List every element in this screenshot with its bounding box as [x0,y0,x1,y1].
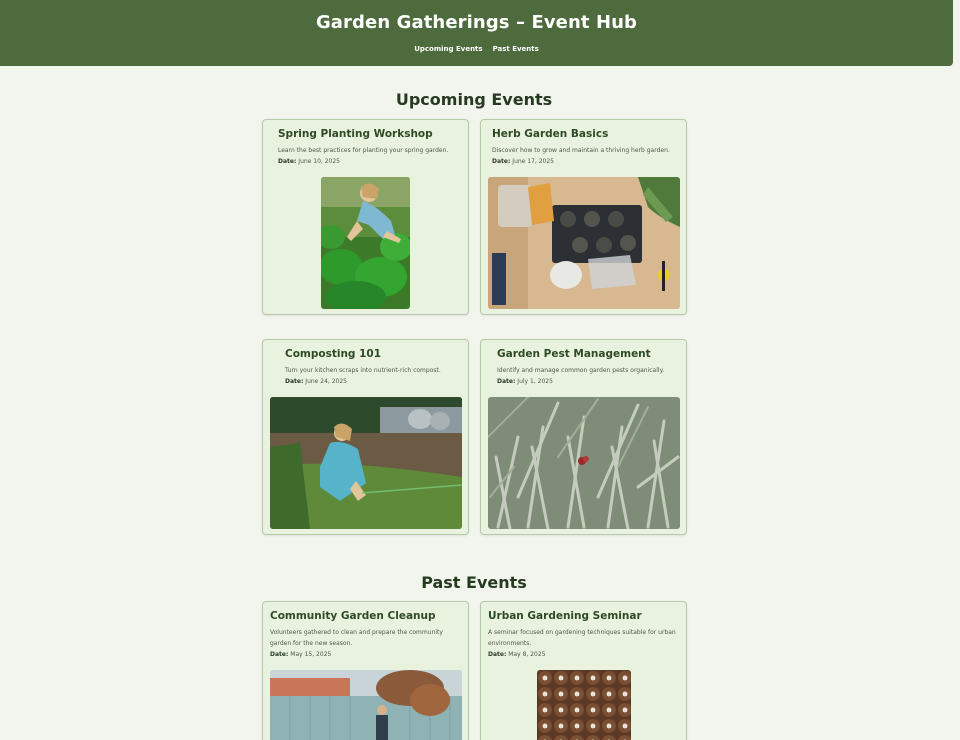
nav-past-events[interactable]: Past Events [493,45,539,53]
date-value: July 1, 2025 [517,378,553,385]
event-description: Turn your kitchen scraps into nutrient-r… [285,367,441,374]
event-date: Date: June 24, 2025 [285,378,347,385]
event-date: Date: May 8, 2025 [488,651,546,658]
event-card-pest-management[interactable]: Garden Pest Management Identify and mana… [480,339,687,535]
date-value: May 8, 2025 [508,651,546,658]
event-photo-herb-seedlings [488,177,680,309]
event-date: Date: June 10, 2025 [278,158,340,165]
date-value: May 15, 2025 [290,651,332,658]
past-section-title: Past Events [421,573,527,592]
event-description: Identify and manage common garden pests … [497,367,665,374]
event-date: Date: July 1, 2025 [497,378,553,385]
event-date: Date: June 17, 2025 [492,158,554,165]
date-value: June 10, 2025 [298,158,340,165]
event-photo-seed-trays [537,670,631,740]
date-label: Date: [285,378,304,385]
event-title: Spring Planting Workshop [278,128,433,140]
event-card-spring-planting[interactable]: Spring Planting Workshop Learn the best … [262,119,469,315]
event-description: A seminar focused on gardening technique… [488,629,676,647]
event-description: Learn the best practices for planting yo… [278,147,449,154]
event-title: Herb Garden Basics [492,128,609,140]
nav-upcoming-events[interactable]: Upcoming Events [414,45,482,53]
event-card-herb-garden[interactable]: Herb Garden Basics Discover how to grow … [480,119,687,315]
event-description: Volunteers gathered to clean and prepare… [270,629,443,647]
date-value: June 24, 2025 [305,378,347,385]
event-photo-garden-cleanup [270,670,462,740]
event-title: Community Garden Cleanup [270,610,436,622]
event-card-urban-seminar[interactable]: Urban Gardening Seminar A seminar focuse… [480,601,687,740]
upcoming-section-title: Upcoming Events [395,90,553,109]
date-label: Date: [488,651,507,658]
event-date: Date: May 15, 2025 [270,651,331,658]
event-photo-woman-composting [270,397,462,529]
date-label: Date: [278,158,297,165]
event-photo-lavender-plants [488,397,680,529]
date-label: Date: [492,158,511,165]
event-description: Discover how to grow and maintain a thri… [492,147,670,154]
date-value: June 17, 2025 [512,158,554,165]
date-label: Date: [497,378,516,385]
main-nav: Upcoming Events Past Events [0,45,953,53]
event-title: Composting 101 [285,348,382,360]
site-title: Garden Gatherings – Event Hub [315,12,638,33]
event-card-composting[interactable]: Composting 101 Turn your kitchen scraps … [262,339,469,535]
event-card-community-cleanup[interactable]: Community Garden Cleanup Volunteers gath… [262,601,469,740]
event-photo-woman-planting [321,177,410,309]
date-label: Date: [270,651,289,658]
event-title: Garden Pest Management [497,348,651,360]
site-header: Garden Gatherings – Event Hub Upcoming E… [0,0,953,66]
event-title: Urban Gardening Seminar [488,610,642,622]
